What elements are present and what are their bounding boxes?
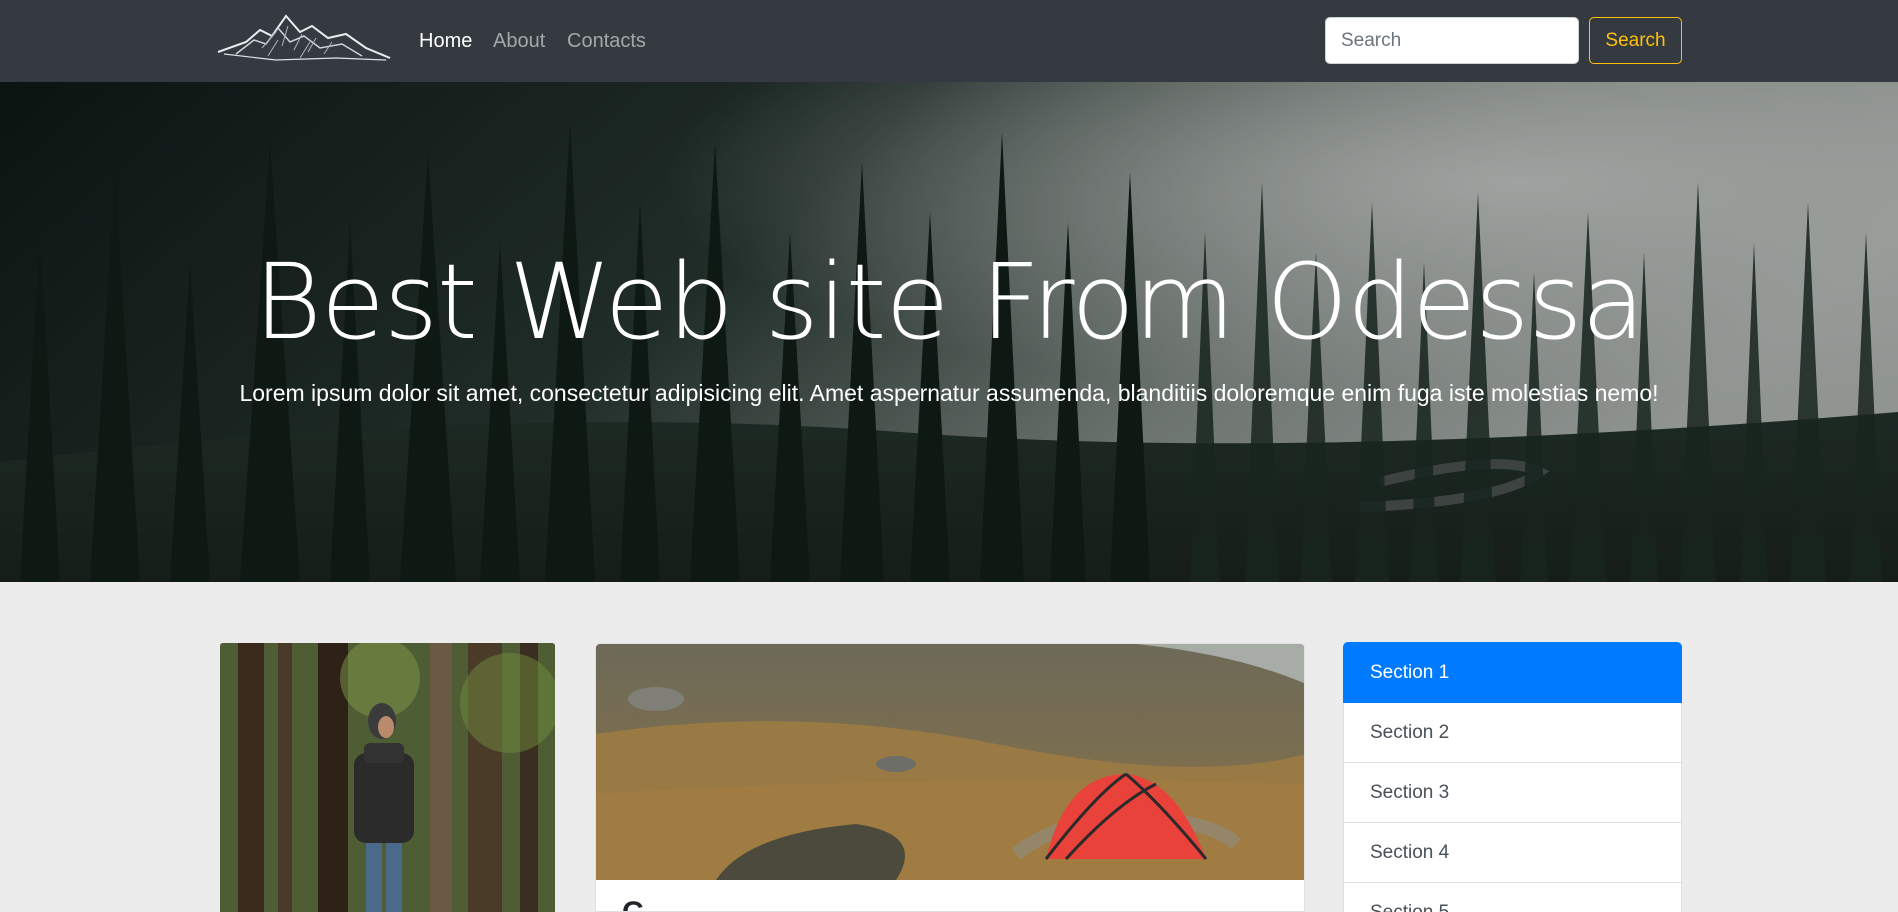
list-item-section-4[interactable]: Section 4 [1343,822,1682,883]
nav-link-about[interactable]: About [493,29,545,53]
list-item-section-2[interactable]: Section 2 [1343,702,1682,763]
list-item-section-3[interactable]: Section 3 [1343,762,1682,823]
hiker-card[interactable] [220,643,555,912]
search-input[interactable] [1325,17,1579,64]
hero-banner: Best Web site From Odessa Lorem ipsum do… [0,82,1898,582]
section-list: Section 1 Section 2 Section 3 Section 4 … [1343,642,1682,912]
list-item-section-1[interactable]: Section 1 [1343,642,1682,703]
list-item-section-5[interactable]: Section 5 [1343,882,1682,912]
card-title: C [622,896,644,911]
hiker-forest-image [220,643,555,912]
hero-subtitle: Lorem ipsum dolor sit amet, consectetur … [239,380,1659,406]
navbar: Home About Contacts Search [0,0,1898,82]
tent-meadow-image [596,644,1304,880]
mountain-logo-icon[interactable] [216,12,392,66]
camping-card[interactable]: C [595,643,1305,912]
search-button[interactable]: Search [1589,17,1682,64]
nav-link-home[interactable]: Home [419,29,472,53]
hero-title: Best Web site From Odessa [253,241,1645,363]
nav-link-contacts[interactable]: Contacts [567,29,646,53]
